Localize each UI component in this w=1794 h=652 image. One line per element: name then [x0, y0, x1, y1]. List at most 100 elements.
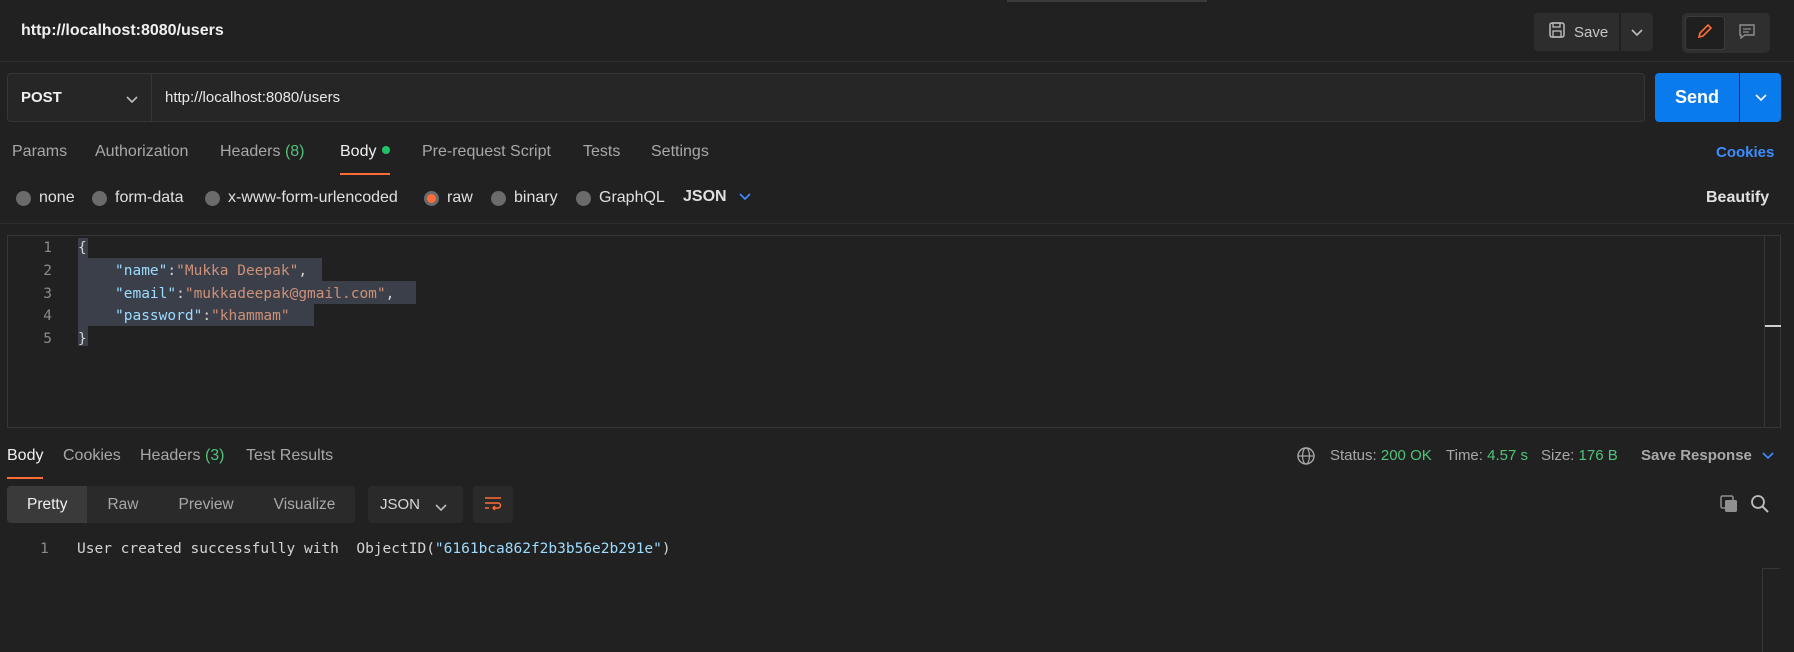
- body-format-label: JSON: [683, 188, 727, 205]
- json-colon: :: [202, 308, 212, 324]
- tab-tests[interactable]: Tests: [583, 143, 620, 161]
- title-divider: [1007, 0, 1207, 2]
- radio-graphql[interactable]: GraphQL: [576, 189, 665, 207]
- chevron-down-icon: [435, 499, 447, 516]
- search-icon[interactable]: [1750, 494, 1770, 518]
- chevron-down-icon: [1631, 24, 1643, 41]
- time-label: Time:: [1446, 447, 1483, 464]
- globe-icon[interactable]: [1296, 446, 1316, 470]
- tab-authorization[interactable]: Authorization: [95, 143, 188, 161]
- tab-prerequest-script[interactable]: Pre-request Script: [422, 143, 551, 161]
- view-visualize[interactable]: Visualize: [254, 486, 356, 523]
- save-label: Save: [1574, 23, 1609, 41]
- response-tab-test-results[interactable]: Test Results: [246, 447, 333, 465]
- wrap-lines-button[interactable]: [473, 486, 513, 523]
- comments-mode-button[interactable]: [1727, 16, 1767, 50]
- save-button[interactable]: Save: [1534, 13, 1619, 51]
- response-body-text[interactable]: User created successfully with ObjectID(…: [77, 541, 671, 557]
- tab-headers[interactable]: Headers (8): [220, 143, 305, 161]
- active-tab-underline: [7, 477, 44, 479]
- chevron-down-icon: [739, 188, 751, 206]
- response-tab-body[interactable]: Body: [7, 447, 44, 479]
- view-pretty[interactable]: Pretty: [7, 486, 88, 523]
- radio-urlencoded[interactable]: x-www-form-urlencoded: [205, 189, 398, 207]
- editor-scrollbar[interactable]: [1764, 236, 1781, 427]
- response-headers-count-badge: (3): [204, 447, 225, 464]
- line-number: 1: [43, 240, 52, 256]
- response-format-select[interactable]: JSON: [368, 486, 463, 523]
- tab-body[interactable]: Body: [340, 143, 391, 175]
- response-tab-headers[interactable]: Headers (3): [140, 447, 225, 465]
- radio-urlencoded-label: x-www-form-urlencoded: [228, 189, 398, 206]
- response-format-label: JSON: [380, 496, 421, 513]
- send-options-button[interactable]: [1740, 73, 1781, 122]
- view-raw[interactable]: Raw: [87, 486, 158, 523]
- cookies-link[interactable]: Cookies: [1716, 144, 1774, 161]
- request-body-editor[interactable]: 1 2 3 4 5 { "name":"Mukka Deepak", "emai…: [7, 235, 1781, 428]
- radio-circle: [16, 190, 31, 206]
- response-status: Status: 200 OK: [1330, 447, 1432, 464]
- view-preview[interactable]: Preview: [159, 486, 254, 523]
- code-close-brace: }: [78, 331, 87, 347]
- comment-icon: [1738, 22, 1756, 44]
- line-number: 4: [43, 308, 52, 324]
- send-group: Send: [1655, 73, 1781, 122]
- radio-circle: [92, 190, 107, 206]
- save-response-button[interactable]: Save Response: [1641, 447, 1774, 464]
- save-response-label: Save Response: [1641, 447, 1752, 464]
- radio-circle-selected: [424, 190, 439, 206]
- radio-binary-label: binary: [514, 189, 558, 206]
- status-value: 200 OK: [1380, 447, 1432, 464]
- radio-raw-label: raw: [447, 189, 473, 206]
- radio-raw[interactable]: raw: [424, 189, 473, 207]
- json-value: "khammam": [211, 308, 290, 324]
- response-object-id: "6161bca862f2b3b56e2b291e": [434, 541, 662, 557]
- tab-settings[interactable]: Settings: [651, 143, 709, 161]
- response-tab-cookies[interactable]: Cookies: [63, 447, 121, 465]
- scroll-position-marker: [1765, 325, 1781, 327]
- response-scrollbar[interactable]: [1762, 568, 1780, 652]
- radio-form-data-label: form-data: [115, 189, 184, 206]
- time-value: 4.57 s: [1487, 447, 1528, 464]
- chevron-down-icon: [1754, 89, 1767, 106]
- json-colon: :: [176, 286, 185, 302]
- active-tab-underline: [340, 173, 391, 175]
- radio-circle: [491, 190, 506, 206]
- floppy-disk-icon: [1548, 21, 1566, 43]
- response-size: Size: 176 B: [1541, 447, 1618, 464]
- json-key: "name": [115, 263, 168, 279]
- save-options-button[interactable]: [1621, 13, 1653, 51]
- json-value: "mukkadeepak@gmail.com": [184, 286, 386, 302]
- request-title[interactable]: http://localhost:8080/users: [21, 22, 224, 40]
- edit-mode-button[interactable]: [1685, 16, 1725, 50]
- radio-circle: [205, 190, 220, 206]
- code-open-brace: {: [78, 240, 87, 256]
- headers-count-badge: (8): [284, 143, 305, 160]
- chevron-down-icon: [1762, 447, 1774, 464]
- json-colon: :: [167, 263, 177, 279]
- section-divider: [0, 223, 1794, 224]
- radio-none[interactable]: none: [16, 189, 75, 207]
- radio-binary[interactable]: binary: [491, 189, 558, 207]
- line-number: 2: [43, 263, 52, 279]
- chevron-down-icon: [126, 91, 138, 108]
- body-format-select[interactable]: JSON: [683, 188, 751, 206]
- request-title-bar: http://localhost:8080/users Save: [0, 0, 1794, 62]
- response-text-prefix: User created successfully with ObjectID(: [77, 541, 435, 557]
- radio-form-data[interactable]: form-data: [92, 189, 183, 207]
- json-value: "Mukka Deepak": [176, 263, 299, 279]
- json-key: "password": [115, 308, 203, 324]
- code-line-email: "email":"mukkadeepak@gmail.com",: [115, 286, 394, 302]
- beautify-button[interactable]: Beautify: [1706, 189, 1769, 207]
- copy-icon[interactable]: [1719, 494, 1739, 518]
- url-input[interactable]: http://localhost:8080/users: [152, 73, 1645, 122]
- tab-params[interactable]: Params: [12, 143, 67, 161]
- response-tab-headers-label: Headers: [140, 447, 201, 464]
- response-view-segmented: Pretty Raw Preview Visualize: [7, 486, 356, 523]
- save-group: Save: [1534, 13, 1653, 51]
- radio-graphql-label: GraphQL: [599, 189, 665, 206]
- send-button[interactable]: Send: [1655, 73, 1739, 122]
- tab-body-label: Body: [340, 143, 377, 160]
- method-select[interactable]: POST: [7, 73, 152, 122]
- body-indicator-dot: [382, 146, 391, 154]
